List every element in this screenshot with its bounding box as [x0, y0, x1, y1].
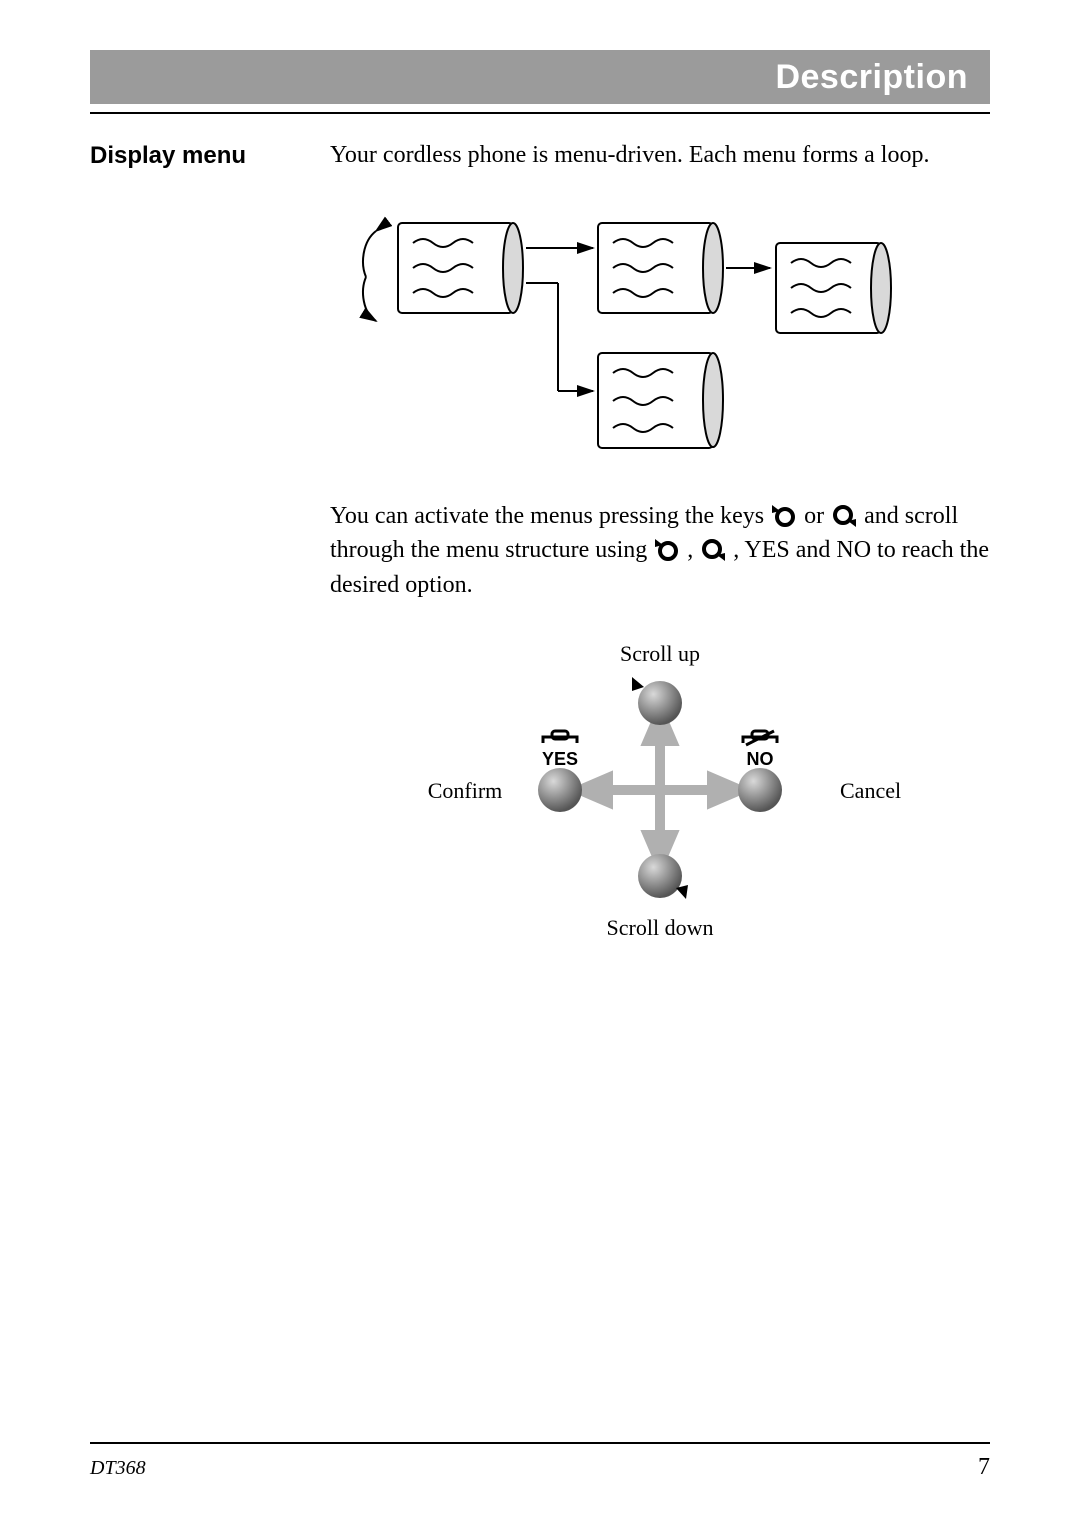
- navigation-diagram: Scroll up Scroll down YES NO Confirm Can…: [400, 633, 920, 953]
- model-name: DT368: [90, 1457, 146, 1480]
- footer-row: DT368 7: [90, 1454, 990, 1481]
- scroll-down-label: Scroll down: [607, 915, 714, 940]
- text-fragment: ,: [733, 537, 744, 563]
- paragraph-activate: You can activate the menus pressing the …: [330, 499, 990, 603]
- section-header-title: Description: [775, 58, 968, 97]
- down-key-icon: [699, 537, 727, 563]
- footer-rule: [90, 1442, 990, 1444]
- text-fragment: ,: [687, 537, 699, 563]
- header-rule: [90, 112, 990, 114]
- text-fragment: You can activate the menus pressing the …: [330, 503, 770, 529]
- up-key-icon: [770, 503, 798, 529]
- cancel-label: Cancel: [840, 778, 901, 803]
- page: Description Display menu Your cordless p…: [0, 0, 1080, 1533]
- text-fragment: or: [804, 503, 830, 529]
- content-row: Display menu Your cordless phone is menu…: [90, 138, 990, 953]
- footer: DT368 7: [90, 1442, 990, 1481]
- up-key-icon: [653, 537, 681, 563]
- menu-loop-diagram: [358, 213, 898, 458]
- section-header-bar: Description: [90, 50, 990, 104]
- down-key-icon: [830, 503, 858, 529]
- body-column: Your cordless phone is menu-driven. Each…: [330, 138, 990, 953]
- no-label: NO: [747, 749, 774, 769]
- page-number: 7: [978, 1454, 990, 1481]
- scroll-up-label: Scroll up: [620, 641, 700, 666]
- section-heading: Display menu: [90, 138, 330, 170]
- confirm-label: Confirm: [428, 778, 503, 803]
- paragraph-intro: Your cordless phone is menu-driven. Each…: [330, 138, 990, 173]
- yes-label: YES: [542, 749, 578, 769]
